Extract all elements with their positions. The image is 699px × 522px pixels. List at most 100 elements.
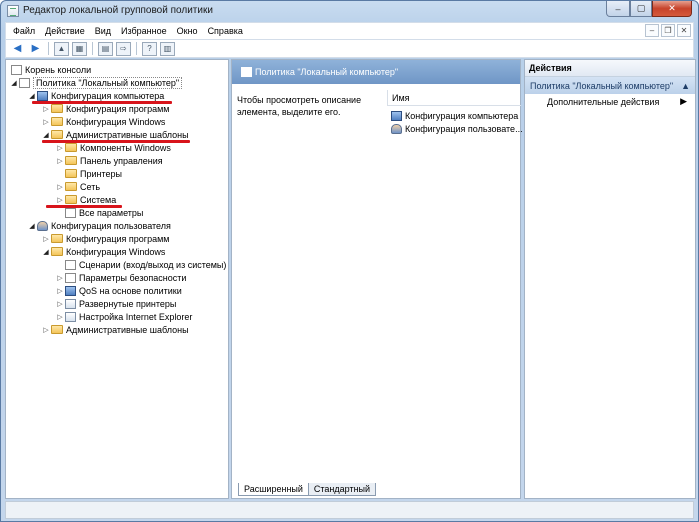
properties-icon[interactable]: ▤ xyxy=(98,41,113,56)
expand-arrow-icon[interactable]: ▷ xyxy=(56,157,64,165)
security-icon xyxy=(65,272,76,283)
user-icon xyxy=(391,123,402,134)
tree-label: Административные шаблоны xyxy=(66,324,189,335)
list-item[interactable]: Конфигурация пользовате... xyxy=(390,122,523,135)
expand-arrow-icon[interactable]: ▷ xyxy=(56,287,64,295)
title-bar[interactable]: Редактор локальной групповой политики – … xyxy=(1,1,698,21)
tree-label: Конфигурация Windows xyxy=(66,116,166,127)
collapse-arrow-icon[interactable]: ◢ xyxy=(28,92,36,100)
tree-label: Параметры безопасности xyxy=(79,272,187,283)
menu-view[interactable]: Вид xyxy=(90,26,116,36)
tree-label: QoS на основе политики xyxy=(79,285,182,296)
tree-item-user-config[interactable]: ◢ Конфигурация пользователя xyxy=(28,219,171,232)
folder-icon xyxy=(51,104,63,113)
menu-help[interactable]: Справка xyxy=(203,26,248,36)
tree-item-windows-components[interactable]: ▷ Компоненты Windows xyxy=(56,141,171,154)
console-tree: Корень консоли ◢ Политика "Локальный ком… xyxy=(5,59,229,499)
folder-icon xyxy=(51,117,63,126)
menu-file[interactable]: Файл xyxy=(8,26,40,36)
actions-title: Действия xyxy=(525,60,695,77)
show-hide-action-pane-icon[interactable]: ▥ xyxy=(160,41,175,56)
expand-arrow-icon[interactable]: ▷ xyxy=(42,326,50,334)
tree-label: Корень консоли xyxy=(25,64,92,75)
tree-label: Развернутые принтеры xyxy=(79,298,177,309)
submenu-arrow-icon: ▶ xyxy=(680,96,687,106)
tree-item-software-settings[interactable]: ▷ Конфигурация программ xyxy=(42,102,169,115)
expand-arrow-icon[interactable]: ▷ xyxy=(56,183,64,191)
actions-group-policy[interactable]: Политика "Локальный компьютер" ▲ xyxy=(525,77,695,94)
actions-pane: Действия Политика "Локальный компьютер" … xyxy=(524,59,696,499)
tree-item-windows-settings[interactable]: ▷ Конфигурация Windows xyxy=(42,115,165,128)
tree-item-user-software[interactable]: ▷ Конфигурация программ xyxy=(42,232,169,245)
user-icon xyxy=(37,220,48,231)
tree-label: Конфигурация пользователя xyxy=(51,220,171,231)
more-actions-item[interactable]: Дополнительные действия ▶ xyxy=(525,94,695,109)
tree-item-control-panel[interactable]: ▷ Панель управления xyxy=(56,154,163,167)
folder-icon xyxy=(65,169,77,178)
tree-item-user-windows[interactable]: ◢ Конфигурация Windows xyxy=(42,245,165,258)
folder-icon xyxy=(51,130,63,139)
tree-item-network[interactable]: ▷ Сеть xyxy=(56,180,100,193)
app-icon xyxy=(7,5,19,17)
expand-arrow-icon[interactable]: ▷ xyxy=(56,300,64,308)
show-hide-tree-icon[interactable]: ▦ xyxy=(72,41,87,56)
tree-label: Система xyxy=(80,194,117,205)
menu-bar: Файл Действие Вид Избранное Окно Справка… xyxy=(5,22,694,40)
collapse-arrow-icon[interactable]: ◢ xyxy=(10,79,18,87)
tree-item-deployed-printers[interactable]: ▷ Развернутые принтеры xyxy=(56,297,176,310)
expand-arrow-icon[interactable]: ▷ xyxy=(42,105,50,113)
mdi-minimize-button[interactable]: – xyxy=(645,24,659,37)
list-item[interactable]: Конфигурация компьютера xyxy=(390,109,518,122)
collapse-up-icon[interactable]: ▲ xyxy=(681,81,690,91)
menu-window[interactable]: Окно xyxy=(172,26,203,36)
up-folder-icon[interactable]: ▲ xyxy=(54,41,69,56)
back-arrow-icon[interactable]: ◀ xyxy=(10,42,25,56)
tree-item-all-settings[interactable]: Все параметры xyxy=(56,206,143,219)
expand-arrow-icon[interactable]: ▷ xyxy=(42,235,50,243)
tree-label: Панель управления xyxy=(80,155,163,166)
toolbar-separator xyxy=(48,42,49,55)
more-actions-label: Дополнительные действия xyxy=(547,96,660,107)
tree-item-scripts[interactable]: Сценарии (вход/выход из системы) xyxy=(56,258,226,271)
mdi-controls: – ❐ ✕ xyxy=(645,24,691,37)
folder-icon xyxy=(65,182,77,191)
tree-item-root[interactable]: Корень консоли xyxy=(10,63,91,76)
collapse-arrow-icon[interactable]: ◢ xyxy=(28,222,36,230)
folder-icon xyxy=(51,234,63,243)
column-header-name[interactable]: Имя xyxy=(387,90,521,106)
tree-item-user-admin-templates[interactable]: ▷ Административные шаблоны xyxy=(42,323,189,336)
expand-arrow-icon[interactable]: ▷ xyxy=(56,274,64,282)
tree-item-ie[interactable]: ▷ Настройка Internet Explorer xyxy=(56,310,192,323)
policy-icon xyxy=(241,67,252,77)
expand-arrow-icon[interactable]: ▷ xyxy=(56,144,64,152)
tab-standard[interactable]: Стандартный xyxy=(307,483,377,496)
tree-item-policy[interactable]: ◢ Политика "Локальный компьютер" xyxy=(10,76,183,89)
menu-action[interactable]: Действие xyxy=(40,26,90,36)
export-list-icon[interactable]: ⇨ xyxy=(116,41,131,56)
mdi-close-button[interactable]: ✕ xyxy=(677,24,691,37)
expand-arrow-icon[interactable]: ▷ xyxy=(56,313,64,321)
mdi-restore-button[interactable]: ❐ xyxy=(661,24,675,37)
status-bar xyxy=(5,501,694,519)
tree-item-qos[interactable]: ▷ QoS на основе политики xyxy=(56,284,182,297)
details-header-title: Политика "Локальный компьютер" xyxy=(255,67,399,77)
forward-arrow-icon[interactable]: ▶ xyxy=(28,42,43,56)
minimize-button[interactable]: – xyxy=(606,1,630,17)
collapse-arrow-icon[interactable]: ◢ xyxy=(42,131,50,139)
tree-item-printers[interactable]: Принтеры xyxy=(56,167,122,180)
help-icon[interactable]: ? xyxy=(142,41,157,56)
tree-item-security[interactable]: ▷ Параметры безопасности xyxy=(56,271,186,284)
tab-extended[interactable]: Расширенный xyxy=(238,483,309,496)
window-controls: – ▢ ✕ xyxy=(606,1,692,17)
window-title: Редактор локальной групповой политики xyxy=(23,5,213,16)
tree-label: Конфигурация программ xyxy=(66,103,170,114)
expand-arrow-icon[interactable]: ▷ xyxy=(42,118,50,126)
description-hint: Чтобы просмотреть описание элемента, выд… xyxy=(237,95,362,117)
close-button[interactable]: ✕ xyxy=(652,1,692,17)
expand-arrow-icon[interactable]: ▷ xyxy=(56,196,64,204)
tree-label: Сеть xyxy=(80,181,101,192)
collapse-arrow-icon[interactable]: ◢ xyxy=(42,248,50,256)
menu-favorites[interactable]: Избранное xyxy=(116,26,172,36)
folder-icon xyxy=(11,64,22,75)
maximize-button[interactable]: ▢ xyxy=(630,1,652,17)
